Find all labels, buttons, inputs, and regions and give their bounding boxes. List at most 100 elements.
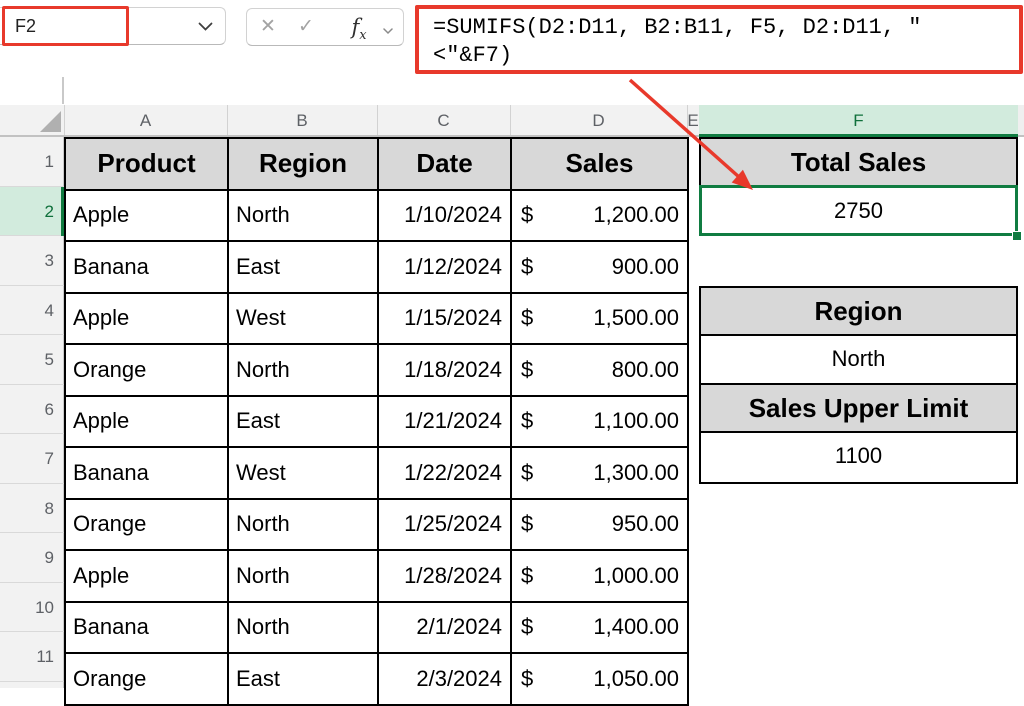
column-header-D[interactable]: D xyxy=(510,105,687,136)
cell-A4[interactable]: Apple xyxy=(65,293,228,345)
row-header-6[interactable]: 6 xyxy=(0,385,64,435)
column-title-sales[interactable]: Sales xyxy=(511,138,688,190)
cell-A11[interactable]: Orange xyxy=(65,653,228,705)
sales-amount: $1,100.00 xyxy=(512,408,687,434)
row-header-9[interactable]: 9 xyxy=(0,533,64,583)
cell-C8[interactable]: 1/25/2024 xyxy=(378,499,511,551)
currency-symbol: $ xyxy=(521,357,533,383)
currency-symbol: $ xyxy=(521,202,533,228)
cell-D9[interactable]: $1,000.00 xyxy=(511,550,688,602)
cell-D10[interactable]: $1,400.00 xyxy=(511,602,688,654)
cell-D2[interactable]: $1,200.00 xyxy=(511,190,688,242)
sales-value: 900.00 xyxy=(612,254,679,280)
row-header-11[interactable]: 11 xyxy=(0,632,64,682)
row-header-5[interactable]: 5 xyxy=(0,335,64,385)
fx-sub-glyph: x xyxy=(359,28,366,43)
cell-A2[interactable]: Apple xyxy=(65,190,228,242)
currency-symbol: $ xyxy=(521,563,533,589)
cell-A3[interactable]: Banana xyxy=(65,241,228,293)
cell-C10[interactable]: 2/1/2024 xyxy=(378,602,511,654)
select-all-icon[interactable] xyxy=(40,111,61,132)
sales-amount: $1,200.00 xyxy=(512,202,687,228)
cell-D6[interactable]: $1,100.00 xyxy=(511,396,688,448)
sales-value: 1,200.00 xyxy=(593,202,679,228)
column-header-separator xyxy=(64,105,66,135)
cancel-icon[interactable]: ✕ xyxy=(256,8,280,46)
row-header-1[interactable]: 1 xyxy=(0,137,64,187)
column-title-region[interactable]: Region xyxy=(228,138,378,190)
cell-F4[interactable]: Region xyxy=(701,288,1016,337)
cell-D5[interactable]: $800.00 xyxy=(511,344,688,396)
row-header-7[interactable]: 7 xyxy=(0,434,64,484)
cell-D3[interactable]: $900.00 xyxy=(511,241,688,293)
column-header-separator xyxy=(510,105,512,135)
enter-icon[interactable]: ✓ xyxy=(294,8,318,46)
cell-B2[interactable]: North xyxy=(228,190,378,242)
cell-A7[interactable]: Banana xyxy=(65,447,228,499)
cell-F7[interactable]: 1100 xyxy=(701,433,1016,482)
cell-F5[interactable]: North xyxy=(701,336,1016,385)
cell-F1[interactable]: Total Sales xyxy=(699,137,1018,187)
name-box-highlight: F2 xyxy=(2,6,129,46)
column-header-E[interactable]: E xyxy=(687,105,699,136)
row-header-2[interactable]: 2 xyxy=(0,187,64,237)
row-header-4[interactable]: 4 xyxy=(0,286,64,336)
cell-B4[interactable]: West xyxy=(228,293,378,345)
row-header-8[interactable]: 8 xyxy=(0,484,64,534)
cell-B10[interactable]: North xyxy=(228,602,378,654)
criteria-block: RegionNorthSales Upper Limit1100 xyxy=(699,286,1018,484)
name-box-chevron-down-icon[interactable] xyxy=(198,19,213,37)
cell-A10[interactable]: Banana xyxy=(65,602,228,654)
cell-B8[interactable]: North xyxy=(228,499,378,551)
cell-F2-selected[interactable]: 2750 xyxy=(699,185,1018,237)
cell-C9[interactable]: 1/28/2024 xyxy=(378,550,511,602)
cell-B9[interactable]: North xyxy=(228,550,378,602)
cell-C4[interactable]: 1/15/2024 xyxy=(378,293,511,345)
cell-B3[interactable]: East xyxy=(228,241,378,293)
cell-D4[interactable]: $1,500.00 xyxy=(511,293,688,345)
row-header-3[interactable]: 3 xyxy=(0,236,64,286)
cell-A8[interactable]: Orange xyxy=(65,499,228,551)
name-box[interactable]: F2 xyxy=(15,9,36,43)
sales-value: 1,000.00 xyxy=(593,563,679,589)
column-header-B[interactable]: B xyxy=(227,105,377,136)
formula-bar-highlight: =SUMIFS(D2:D11, B2:B11, F5, D2:D11, "<"&… xyxy=(415,5,1023,74)
row-header-10[interactable]: 10 xyxy=(0,583,64,633)
cell-C11[interactable]: 2/3/2024 xyxy=(378,653,511,705)
cell-C3[interactable]: 1/12/2024 xyxy=(378,241,511,293)
cell-B5[interactable]: North xyxy=(228,344,378,396)
cell-B7[interactable]: West xyxy=(228,447,378,499)
sales-amount: $800.00 xyxy=(512,357,687,383)
fx-chevron-down-icon[interactable] xyxy=(383,22,393,40)
currency-symbol: $ xyxy=(521,511,533,537)
cell-A6[interactable]: Apple xyxy=(65,396,228,448)
column-title-product[interactable]: Product xyxy=(65,138,228,190)
cell-C2[interactable]: 1/10/2024 xyxy=(378,190,511,242)
cell-A5[interactable]: Orange xyxy=(65,344,228,396)
excel-window: F2 ✕ ✓ fx =SUMIFS(D2:D11, B2:B11, F5, D2… xyxy=(0,0,1024,688)
sales-amount: $1,400.00 xyxy=(512,614,687,640)
column-header-C[interactable]: C xyxy=(377,105,510,136)
fill-handle[interactable] xyxy=(1012,231,1022,241)
cell-F6[interactable]: Sales Upper Limit xyxy=(701,385,1016,434)
formula-bar-divider xyxy=(62,77,64,104)
cell-D7[interactable]: $1,300.00 xyxy=(511,447,688,499)
cell-D8[interactable]: $950.00 xyxy=(511,499,688,551)
cell-C6[interactable]: 1/21/2024 xyxy=(378,396,511,448)
currency-symbol: $ xyxy=(521,460,533,486)
cell-B11[interactable]: East xyxy=(228,653,378,705)
column-header-F[interactable]: F xyxy=(699,105,1018,136)
column-header-separator xyxy=(687,105,689,135)
cell-B6[interactable]: East xyxy=(228,396,378,448)
sales-value: 800.00 xyxy=(612,357,679,383)
column-title-date[interactable]: Date xyxy=(378,138,511,190)
cell-C7[interactable]: 1/22/2024 xyxy=(378,447,511,499)
currency-symbol: $ xyxy=(521,614,533,640)
column-header-A[interactable]: A xyxy=(64,105,227,136)
cell-D11[interactable]: $1,050.00 xyxy=(511,653,688,705)
cell-C5[interactable]: 1/18/2024 xyxy=(378,344,511,396)
insert-function-icon[interactable]: fx xyxy=(342,8,376,46)
cell-A9[interactable]: Apple xyxy=(65,550,228,602)
formula-input[interactable]: =SUMIFS(D2:D11, B2:B11, F5, D2:D11, "<"&… xyxy=(433,14,921,70)
sales-value: 950.00 xyxy=(612,511,679,537)
